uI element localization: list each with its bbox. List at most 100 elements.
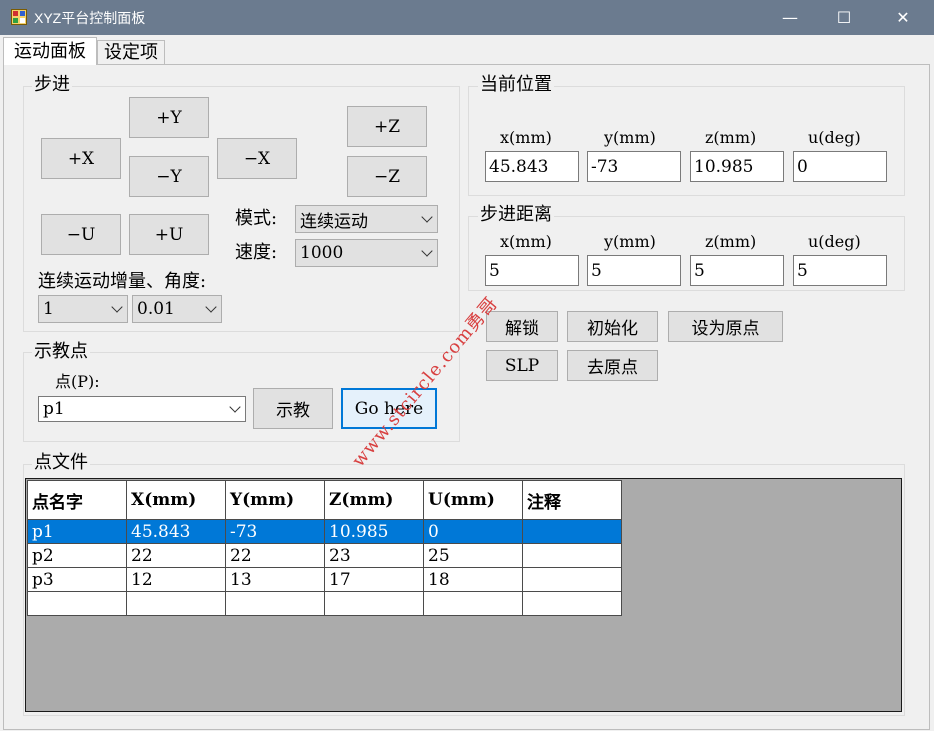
table-row[interactable]: p1 45.843 -73 10.985 0: [27, 519, 622, 544]
table-cell[interactable]: p3: [27, 567, 127, 592]
minus-u-button[interactable]: −U: [41, 214, 121, 255]
table-cell[interactable]: [423, 591, 523, 616]
table-cell[interactable]: 12: [126, 567, 226, 592]
current-y-field[interactable]: -73: [587, 151, 681, 182]
increment-select[interactable]: 1: [38, 295, 128, 323]
set-origin-button[interactable]: 设为原点: [668, 311, 783, 342]
table-cell[interactable]: [27, 591, 127, 616]
current-u-label: u(deg): [808, 128, 861, 147]
chevron-down-icon: [205, 301, 217, 313]
minus-x-button[interactable]: −X: [217, 138, 297, 179]
table-cell[interactable]: 25: [423, 543, 523, 568]
close-icon: ✕: [896, 8, 910, 27]
unlock-button[interactable]: 解锁: [486, 311, 558, 342]
step-z-label: z(mm): [705, 232, 757, 251]
current-z-field[interactable]: 10.985: [690, 151, 784, 182]
point-grid[interactable]: 点名字 X(mm) Y(mm) Z(mm) U(mm) 注释 p1 45.843…: [27, 480, 622, 616]
point-select[interactable]: p1: [38, 396, 246, 422]
current-position-title: 当前位置: [478, 74, 554, 95]
chevron-down-icon: [111, 301, 123, 313]
current-u-field[interactable]: 0: [793, 151, 887, 182]
teach-point-title: 示教点: [32, 341, 90, 362]
minimize-icon: —: [782, 8, 798, 27]
minimize-button[interactable]: —: [767, 0, 813, 35]
table-row-new[interactable]: [27, 591, 622, 616]
tab-settings[interactable]: 设定项: [97, 40, 165, 64]
mode-select-value: 连续运动: [300, 211, 368, 232]
point-file-title: 点文件: [32, 452, 90, 473]
column-header[interactable]: X(mm): [126, 480, 226, 520]
table-cell[interactable]: 13: [225, 567, 325, 592]
maximize-icon: ☐: [836, 8, 852, 27]
table-cell[interactable]: 22: [126, 543, 226, 568]
table-cell[interactable]: 23: [324, 543, 424, 568]
table-cell[interactable]: p1: [27, 519, 127, 544]
increment-label: 连续运动增量、角度:: [38, 271, 207, 292]
table-cell[interactable]: p2: [27, 543, 127, 568]
column-header[interactable]: 点名字: [27, 480, 127, 520]
window-title: XYZ平台控制面板: [34, 10, 146, 26]
speed-select[interactable]: 1000: [295, 239, 438, 267]
point-select-value: p1: [43, 399, 65, 419]
step-x-label: x(mm): [500, 232, 552, 251]
plus-x-button[interactable]: +X: [41, 138, 121, 179]
go-origin-button[interactable]: 去原点: [567, 350, 658, 381]
tab-motion-panel[interactable]: 运动面板: [3, 37, 97, 65]
table-cell[interactable]: 22: [225, 543, 325, 568]
column-header[interactable]: U(mm): [423, 480, 523, 520]
step-y-label: y(mm): [604, 232, 656, 251]
table-cell[interactable]: [522, 567, 622, 592]
table-cell[interactable]: 45.843: [126, 519, 226, 544]
teach-button[interactable]: 示教: [253, 388, 333, 429]
close-button[interactable]: ✕: [880, 0, 926, 35]
plus-z-button[interactable]: +Z: [347, 106, 427, 147]
maximize-button[interactable]: ☐: [821, 0, 867, 35]
angle-select-value: 0.01: [137, 299, 175, 319]
chevron-down-icon: [421, 245, 433, 257]
mode-select[interactable]: 连续运动: [295, 205, 438, 233]
current-z-label: z(mm): [705, 128, 757, 147]
minus-z-button[interactable]: −Z: [347, 156, 427, 197]
table-cell[interactable]: [126, 591, 226, 616]
grid-header-row: 点名字 X(mm) Y(mm) Z(mm) U(mm) 注释: [27, 480, 622, 520]
table-cell[interactable]: 18: [423, 567, 523, 592]
table-cell[interactable]: [522, 591, 622, 616]
table-cell[interactable]: [522, 519, 622, 544]
minus-y-button[interactable]: −Y: [129, 156, 209, 197]
column-header[interactable]: 注释: [522, 480, 622, 520]
plus-y-button[interactable]: +Y: [129, 97, 209, 138]
initialize-button[interactable]: 初始化: [567, 311, 658, 342]
table-cell[interactable]: 17: [324, 567, 424, 592]
table-cell[interactable]: 10.985: [324, 519, 424, 544]
table-row[interactable]: p2 22 22 23 25: [27, 543, 622, 568]
increment-select-value: 1: [43, 299, 54, 319]
chevron-down-icon: [421, 211, 433, 223]
plus-u-button[interactable]: +U: [129, 214, 209, 255]
current-x-label: x(mm): [500, 128, 552, 147]
column-header[interactable]: Z(mm): [324, 480, 424, 520]
current-y-label: y(mm): [604, 128, 656, 147]
table-cell[interactable]: -73: [225, 519, 325, 544]
mode-label: 模式:: [235, 208, 278, 229]
slp-button[interactable]: SLP: [486, 350, 558, 381]
column-header[interactable]: Y(mm): [225, 480, 325, 520]
current-x-field[interactable]: 45.843: [485, 151, 579, 182]
speed-select-value: 1000: [300, 243, 344, 263]
table-cell[interactable]: [522, 543, 622, 568]
chevron-down-icon: [229, 401, 241, 413]
step-distance-title: 步进距离: [478, 204, 554, 225]
step-z-field[interactable]: 5: [690, 255, 784, 286]
app-icon: [11, 9, 27, 25]
step-u-label: u(deg): [808, 232, 861, 251]
table-cell[interactable]: 0: [423, 519, 523, 544]
step-u-field[interactable]: 5: [793, 255, 887, 286]
angle-select[interactable]: 0.01: [132, 295, 222, 323]
step-group-title: 步进: [32, 74, 72, 95]
table-row[interactable]: p3 12 13 17 18: [27, 567, 622, 592]
point-label: 点(P):: [55, 372, 100, 391]
step-y-field[interactable]: 5: [587, 255, 681, 286]
table-cell[interactable]: [225, 591, 325, 616]
table-cell[interactable]: [324, 591, 424, 616]
step-x-field[interactable]: 5: [485, 255, 579, 286]
speed-label: 速度:: [235, 242, 278, 263]
